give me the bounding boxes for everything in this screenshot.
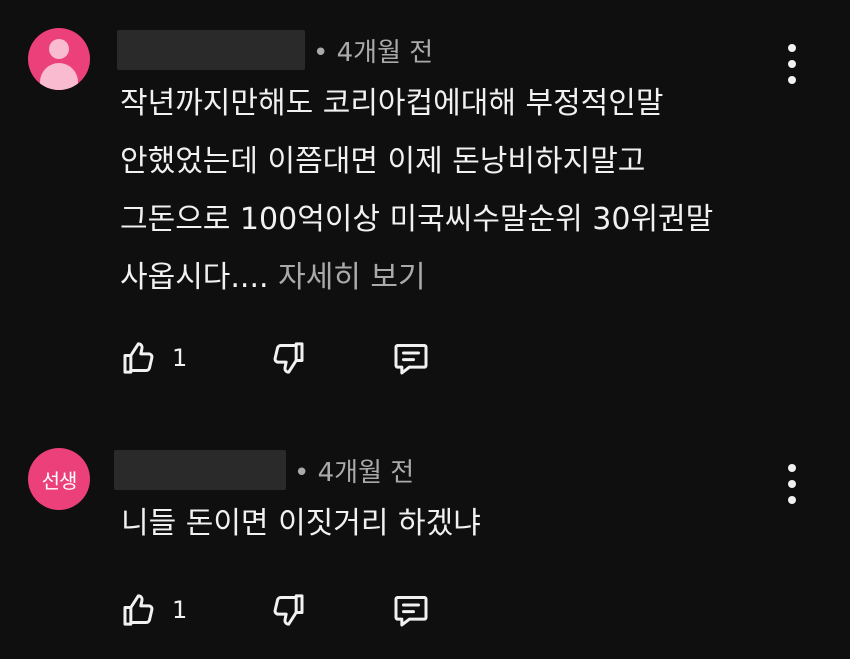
- dislike-button[interactable]: [267, 338, 307, 378]
- comment-text: 니들 돈이면 이짓거리 하겠냐: [121, 495, 481, 553]
- comment-line: 그돈으로 100억이상 미국씨수말순위 30위권말: [120, 202, 714, 237]
- comment-time: • 4개월 전: [313, 37, 434, 68]
- comment-actions: 1: [120, 586, 433, 634]
- comment-line: 작년까지만해도 코리아컵에대해 부정적인말: [120, 86, 664, 121]
- reply-comment-icon: [394, 596, 428, 627]
- comment-thread-item: 선생 • 4개월 전 니들 돈이면 이짓거리 하겠냐 1: [0, 420, 850, 659]
- comment-text: 작년까지만해도 코리아컵에대해 부정적인말안했었는데 이쯤대면 이제 돈낭비하지…: [120, 75, 713, 307]
- comment-thread-item: • 4개월 전 작년까지만해도 코리아컵에대해 부정적인말안했었는데 이쯤대면 …: [0, 0, 850, 420]
- avatar[interactable]: [28, 28, 90, 90]
- comment-header: • 4개월 전: [114, 450, 414, 490]
- comment-actions: 1: [120, 334, 433, 382]
- dislike-button[interactable]: [267, 590, 307, 630]
- like-button[interactable]: 1: [120, 590, 187, 630]
- thumbs-up-icon: [123, 342, 154, 374]
- thumbs-up-icon: [123, 594, 154, 626]
- read-more-link[interactable]: 자세히 보기: [278, 260, 426, 295]
- avatar-person-icon: [49, 39, 69, 59]
- comment-line: 니들 돈이면 이짓거리 하겠냐: [121, 506, 481, 541]
- avatar[interactable]: 선생: [28, 448, 90, 510]
- thumbs-down-icon: [273, 594, 304, 626]
- more-options-button[interactable]: [780, 44, 804, 84]
- reply-button[interactable]: [389, 590, 433, 630]
- thumbs-down-icon: [273, 342, 304, 374]
- comment-time: • 4개월 전: [294, 457, 415, 488]
- avatar-label: 선생: [41, 468, 78, 493]
- reply-comment-icon: [394, 344, 428, 375]
- comment-header: • 4개월 전: [117, 30, 433, 70]
- author-name-redacted[interactable]: [114, 450, 286, 490]
- reply-button[interactable]: [389, 338, 433, 378]
- more-vert-icon: [788, 44, 796, 52]
- like-count: 1: [172, 344, 188, 372]
- comment-line: 안했었는데 이쯤대면 이제 돈낭비하지말고: [120, 144, 646, 179]
- more-options-button[interactable]: [780, 464, 804, 504]
- like-button[interactable]: 1: [120, 338, 187, 378]
- comment-line: 사옵시다....: [120, 260, 269, 295]
- author-name-redacted[interactable]: [117, 30, 305, 70]
- like-count: 1: [172, 596, 188, 624]
- more-vert-icon: [788, 464, 796, 472]
